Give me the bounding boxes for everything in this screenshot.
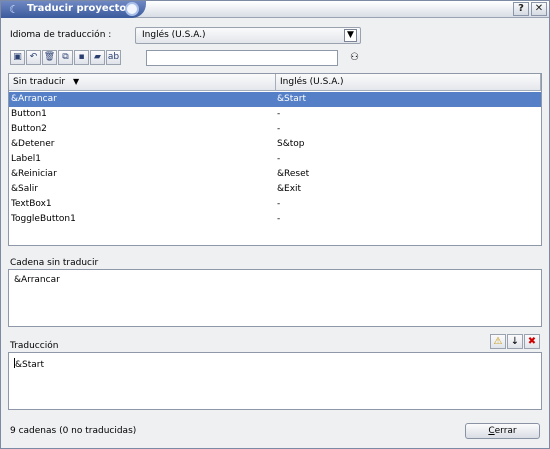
- table-row[interactable]: ToggleButton1 -: [9, 212, 541, 227]
- delete-translation-icon[interactable]: ✖: [524, 334, 540, 349]
- cell-translation: -: [277, 124, 281, 134]
- cell-source: ToggleButton1: [11, 214, 76, 224]
- untranslated-text-area[interactable]: &Arrancar: [8, 269, 542, 327]
- column-header-language-label: Inglés (U.S.A.): [280, 77, 344, 87]
- cell-translation: -: [277, 154, 281, 164]
- help-button[interactable]: ?: [513, 2, 529, 16]
- table-row[interactable]: &Reiniciar &Reset: [9, 167, 541, 182]
- translate-project-window: ☾ Traducir proyecto ? ✕ Idioma de traduc…: [0, 0, 550, 449]
- arrow-down-icon[interactable]: ↓: [507, 334, 523, 349]
- title-decoration-icon: [125, 2, 139, 16]
- warning-icon[interactable]: ⚠: [490, 334, 506, 349]
- sort-down-icon: ▼: [73, 77, 80, 86]
- copy-icon[interactable]: ⧉: [58, 50, 73, 65]
- dropdown-arrow-icon: ▼: [344, 29, 357, 42]
- cell-source: &Arrancar: [11, 94, 57, 104]
- cell-translation: &Exit: [277, 184, 302, 194]
- cell-source: Button2: [11, 124, 47, 134]
- save-icon[interactable]: ▪: [74, 50, 89, 65]
- table-row[interactable]: Button2 -: [9, 122, 541, 137]
- column-header-untranslated-label: Sin traducir: [13, 77, 66, 87]
- status-text: 9 cadenas (0 no traducidas): [10, 426, 137, 436]
- close-window-button[interactable]: ✕: [531, 2, 547, 16]
- title-bar[interactable]: ☾ Traducir proyecto ? ✕: [1, 1, 549, 18]
- cell-translation: -: [277, 109, 281, 119]
- open-folder-icon[interactable]: ▰: [90, 50, 105, 65]
- translation-value: &Start: [15, 360, 45, 370]
- column-header-untranslated[interactable]: Sin traducir ▼: [9, 74, 276, 91]
- cell-source: &Reiniciar: [11, 169, 57, 179]
- cell-source: TextBox1: [11, 199, 52, 209]
- language-select[interactable]: Inglés (U.S.A.) ▼: [135, 27, 361, 44]
- table-row[interactable]: Label1 -: [9, 152, 541, 167]
- close-button-label: errar: [494, 426, 517, 436]
- cell-translation: &Start: [277, 94, 307, 104]
- translation-label: Traducción: [10, 341, 59, 351]
- table-row[interactable]: &Salir &Exit: [9, 182, 541, 197]
- cell-source: &Salir: [11, 184, 38, 194]
- language-label: Idioma de traducción :: [10, 30, 112, 40]
- table-row[interactable]: TextBox1 -: [9, 197, 541, 212]
- language-selected-value: Inglés (U.S.A.): [142, 30, 206, 40]
- search-input[interactable]: [146, 50, 338, 66]
- cell-source: &Detener: [11, 139, 55, 149]
- translation-text-area[interactable]: &Start: [8, 352, 542, 410]
- undo-icon[interactable]: ↶: [26, 50, 41, 65]
- cell-source: Label1: [11, 154, 42, 164]
- column-header-language[interactable]: Inglés (U.S.A.): [276, 74, 541, 91]
- untranslated-label: Cadena sin traducir: [10, 258, 99, 268]
- cell-source: Button1: [11, 109, 47, 119]
- table-row[interactable]: &Detener S&top: [9, 137, 541, 152]
- cell-translation: -: [277, 214, 281, 224]
- untranslated-value: &Arrancar: [14, 275, 60, 285]
- cell-translation: S&top: [277, 139, 305, 149]
- window-title: Traducir proyecto: [27, 3, 127, 14]
- cell-translation: &Reset: [277, 169, 310, 179]
- table-row[interactable]: &Arrancar &Start: [9, 92, 541, 107]
- translation-text-wrap: &Start: [14, 358, 44, 370]
- close-button[interactable]: Cerrar: [465, 423, 540, 439]
- save-translation-icon[interactable]: ▣: [10, 50, 25, 65]
- delete-icon[interactable]: 🗑: [42, 50, 57, 65]
- spellcheck-icon[interactable]: ab: [106, 50, 121, 65]
- cell-translation: -: [277, 199, 281, 209]
- strings-table[interactable]: Sin traducir ▼ Inglés (U.S.A.) &Arrancar…: [8, 73, 542, 246]
- binoculars-icon[interactable]: ⚇: [346, 50, 363, 66]
- table-row[interactable]: Button1 -: [9, 107, 541, 122]
- app-icon: ☾: [9, 3, 19, 16]
